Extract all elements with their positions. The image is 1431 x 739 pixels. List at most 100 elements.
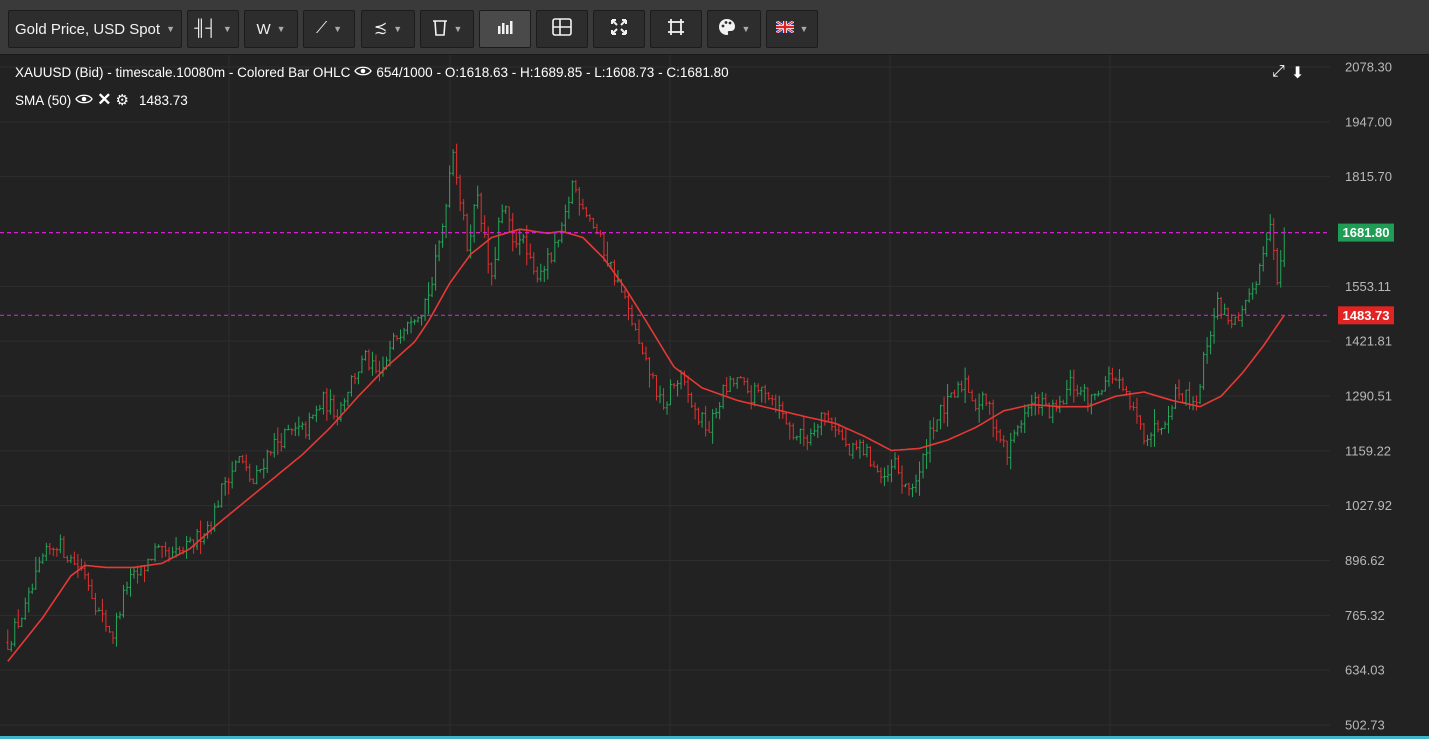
ohlc-bar <box>307 412 311 440</box>
ohlc-bar <box>1152 409 1156 447</box>
ohlc-bar <box>542 265 546 283</box>
ohlc-bar <box>363 350 367 361</box>
chevron-down-icon: ▼ <box>453 24 463 34</box>
ohlc-bar <box>970 389 974 402</box>
ohlc-bar <box>549 252 553 264</box>
ohlc-bar <box>1198 384 1202 405</box>
ohlc-bar <box>1145 434 1149 446</box>
price-tick-label: 1947.00 <box>1345 114 1392 129</box>
ohlc-bar <box>1131 401 1135 411</box>
sma-line <box>7 228 1285 662</box>
ohlc-bar <box>283 428 287 449</box>
ohlc-values: - O:1618.63 - H:1689.85 - L:1608.73 - C:… <box>436 65 729 80</box>
ohlc-bar <box>114 612 118 647</box>
ohlc-bar <box>553 232 557 263</box>
ohlc-bar <box>9 641 13 652</box>
ohlc-bar <box>1275 247 1279 286</box>
ohlc-bar <box>1040 391 1044 416</box>
timeframe-selector[interactable]: W ▼ <box>244 10 298 48</box>
ohlc-bar <box>1061 399 1065 405</box>
ohlc-bar <box>304 421 308 439</box>
ohlc-bar <box>370 351 374 376</box>
ohlc-bar <box>497 217 501 261</box>
ohlc-bar <box>882 467 886 487</box>
ohlc-bar <box>97 607 101 612</box>
price-chart[interactable]: 2078.30 1947.00 1815.70 1553.11 1421.81 1290.… <box>0 55 1429 736</box>
fullscreen-button[interactable] <box>593 10 645 48</box>
ohlc-bar <box>420 315 424 326</box>
volume-toggle-button[interactable] <box>479 10 531 48</box>
price-tick-label: 765.32 <box>1345 608 1385 623</box>
close-icon[interactable]: ✕ <box>97 90 111 110</box>
ohlc-bar <box>1002 435 1006 448</box>
sma-legend: SMA (50) ✕ ⚙ 1483.73 <box>15 90 188 110</box>
ohlc-bar <box>1012 429 1016 443</box>
download-icon[interactable]: ⬇ <box>1291 63 1304 83</box>
drawing-tools-button[interactable]: ⟋ ▼ <box>303 10 355 48</box>
ohlc-bar <box>6 629 10 650</box>
ohlc-bar <box>805 434 809 451</box>
ohlc-bar <box>1086 387 1090 412</box>
chevron-down-icon: ▼ <box>222 24 232 34</box>
ohlc-bar <box>272 433 276 458</box>
layout-button[interactable] <box>536 10 588 48</box>
ohlc-bar <box>321 391 325 415</box>
ohlc-bar <box>262 458 266 479</box>
ohlc-bar <box>486 226 490 274</box>
expand-icon[interactable]: ⤢ <box>1272 63 1285 83</box>
ohlc-bar <box>1100 389 1104 395</box>
ohlc-bar <box>244 454 248 472</box>
eye-icon[interactable] <box>354 65 373 80</box>
ohlc-bar <box>1044 393 1048 406</box>
ohlc-bar <box>854 440 858 451</box>
indicators-button[interactable]: ≾ ▼ <box>361 10 415 48</box>
ohlc-bar <box>500 204 504 224</box>
ohlc-bar <box>914 474 918 493</box>
ohlc-bar <box>230 461 234 489</box>
chevron-down-icon: ▼ <box>276 24 286 34</box>
price-tag-label: 1681.80 <box>1343 225 1390 240</box>
ohlc-bar <box>868 446 872 468</box>
ohlc-bar <box>476 185 480 209</box>
theme-button[interactable]: ▼ <box>707 10 761 48</box>
delete-button[interactable]: ▼ <box>420 10 474 48</box>
ohlc-bar <box>220 483 224 508</box>
ohlc-bar <box>658 385 662 404</box>
ohlc-bar <box>528 243 532 259</box>
chart-app: Gold Price, USD Spot ▼ ╢┤ ▼ W ▼ ⟋ ▼ ≾ ▼ … <box>0 0 1429 739</box>
ohlc-bar <box>462 199 466 221</box>
ohlc-bar <box>13 617 17 647</box>
price-tick-label: 502.73 <box>1345 718 1385 733</box>
ohlc-bar <box>735 377 739 389</box>
ohlc-bar <box>216 500 220 508</box>
language-button[interactable]: ▼ <box>766 10 818 48</box>
ohlc-bar <box>297 416 301 437</box>
ohlc-bar <box>904 483 908 488</box>
ohlc-bar <box>588 214 592 222</box>
fit-button[interactable] <box>650 10 702 48</box>
ohlc-bar <box>1240 305 1244 327</box>
ohlc-bar <box>483 215 487 238</box>
ohlc-bar <box>395 335 399 341</box>
ohlc-bar <box>546 247 550 280</box>
ohlc-bar <box>655 374 659 401</box>
ohlc-bar <box>1233 316 1237 326</box>
ohlc-bar <box>939 404 943 430</box>
chevron-down-icon: ▼ <box>799 24 809 34</box>
ohlc-bar <box>367 349 371 371</box>
ohlc-bar <box>413 319 417 325</box>
ohlc-bar <box>1223 303 1227 315</box>
gear-icon[interactable]: ⚙ <box>116 91 129 109</box>
ohlc-bar <box>1082 383 1086 402</box>
ohlc-bar <box>290 428 294 435</box>
instrument-selector[interactable]: Gold Price, USD Spot ▼ <box>8 10 182 48</box>
ohlc-bar <box>1019 420 1023 433</box>
eye-icon[interactable] <box>75 93 94 108</box>
ohlc-bar <box>840 428 844 441</box>
ohlc-bar <box>1202 351 1206 390</box>
ohlc-bar <box>434 244 438 291</box>
chart-type-button[interactable]: ╢┤ ▼ <box>187 10 239 48</box>
ohlc-bar <box>51 547 55 557</box>
ohlc-bar <box>143 564 147 583</box>
ohlc-bar <box>427 282 431 315</box>
